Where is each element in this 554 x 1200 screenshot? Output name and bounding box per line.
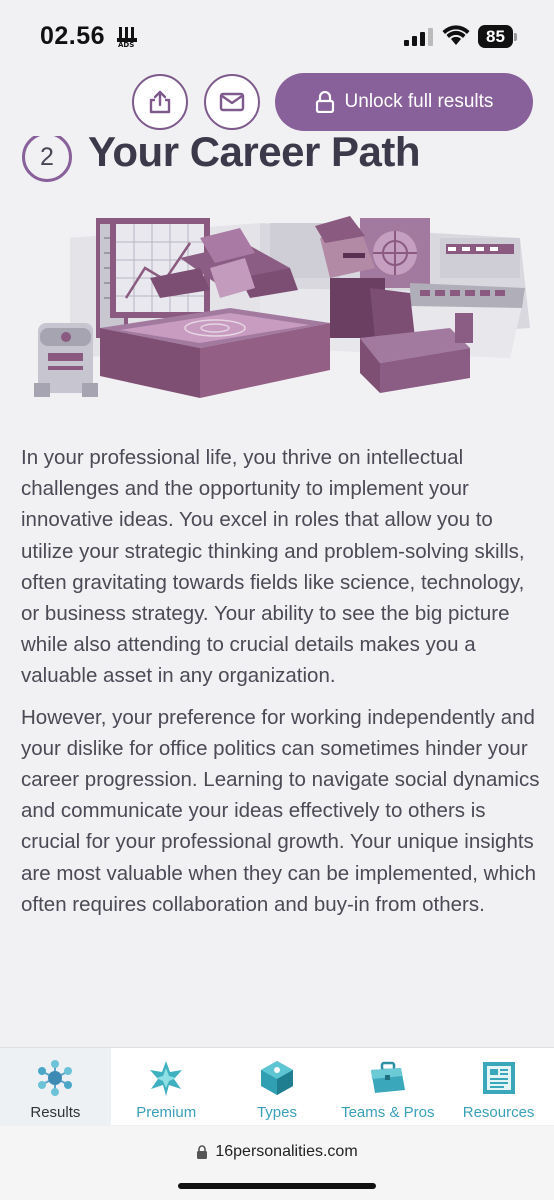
resources-icon xyxy=(482,1062,515,1094)
paragraph-1: In your professional life, you thrive on… xyxy=(21,446,525,688)
unlock-label: Unlock full results xyxy=(344,91,494,112)
nav-label-resources: Resources xyxy=(462,1104,535,1121)
nav-item-resources[interactable]: Resources xyxy=(443,1048,554,1126)
nav-item-results[interactable]: Results xyxy=(0,1048,111,1126)
nav-label-teams-pros: Teams & Pros xyxy=(341,1104,435,1121)
focus-mode-icon: ADS xyxy=(117,27,137,48)
nav-item-types[interactable]: Types xyxy=(222,1048,333,1126)
share-icon xyxy=(149,90,171,114)
wifi-icon xyxy=(442,25,470,45)
url-text: 16personalities.com xyxy=(215,1143,358,1160)
briefcase-icon xyxy=(370,1061,405,1093)
battery-icon: 85 xyxy=(478,25,518,48)
paragraph-2: However, your preference for working ind… xyxy=(21,705,540,916)
mail-icon xyxy=(219,92,245,112)
lock-icon xyxy=(197,1145,208,1159)
svg-text:ADS: ADS xyxy=(118,41,134,48)
share-button[interactable] xyxy=(132,74,188,130)
status-bar: 02.56 ADS 85 xyxy=(0,0,554,70)
career-path-illustration xyxy=(34,216,530,398)
mail-button[interactable] xyxy=(204,74,260,130)
signal-icon xyxy=(404,28,433,46)
lock-icon xyxy=(315,91,334,113)
premium-icon xyxy=(150,1061,183,1096)
browser-url-bar: 16personalities.com xyxy=(0,1126,554,1200)
status-time: 02.56 xyxy=(40,22,106,50)
career-path-content: In your professional life, you thrive on… xyxy=(21,442,541,930)
action-bar: Unlock full results xyxy=(0,70,554,136)
nav-item-premium[interactable]: Premium xyxy=(111,1048,222,1126)
nav-item-teams-pros[interactable]: Teams & Pros xyxy=(332,1048,443,1126)
types-icon xyxy=(260,1061,293,1095)
nav-label-premium: Premium xyxy=(136,1104,197,1121)
home-indicator[interactable] xyxy=(178,1183,376,1189)
results-icon xyxy=(38,1060,73,1096)
section-number-badge: 2 xyxy=(22,132,72,182)
nav-label-results: Results xyxy=(30,1104,81,1121)
bottom-nav: Results Premium Types Teams & Pros Resou… xyxy=(0,1047,554,1126)
nav-label-types: Types xyxy=(256,1104,297,1121)
battery-level: 85 xyxy=(486,27,505,46)
url-field[interactable]: 16personalities.com xyxy=(0,1143,554,1161)
unlock-full-results-button[interactable]: Unlock full results xyxy=(275,73,533,131)
